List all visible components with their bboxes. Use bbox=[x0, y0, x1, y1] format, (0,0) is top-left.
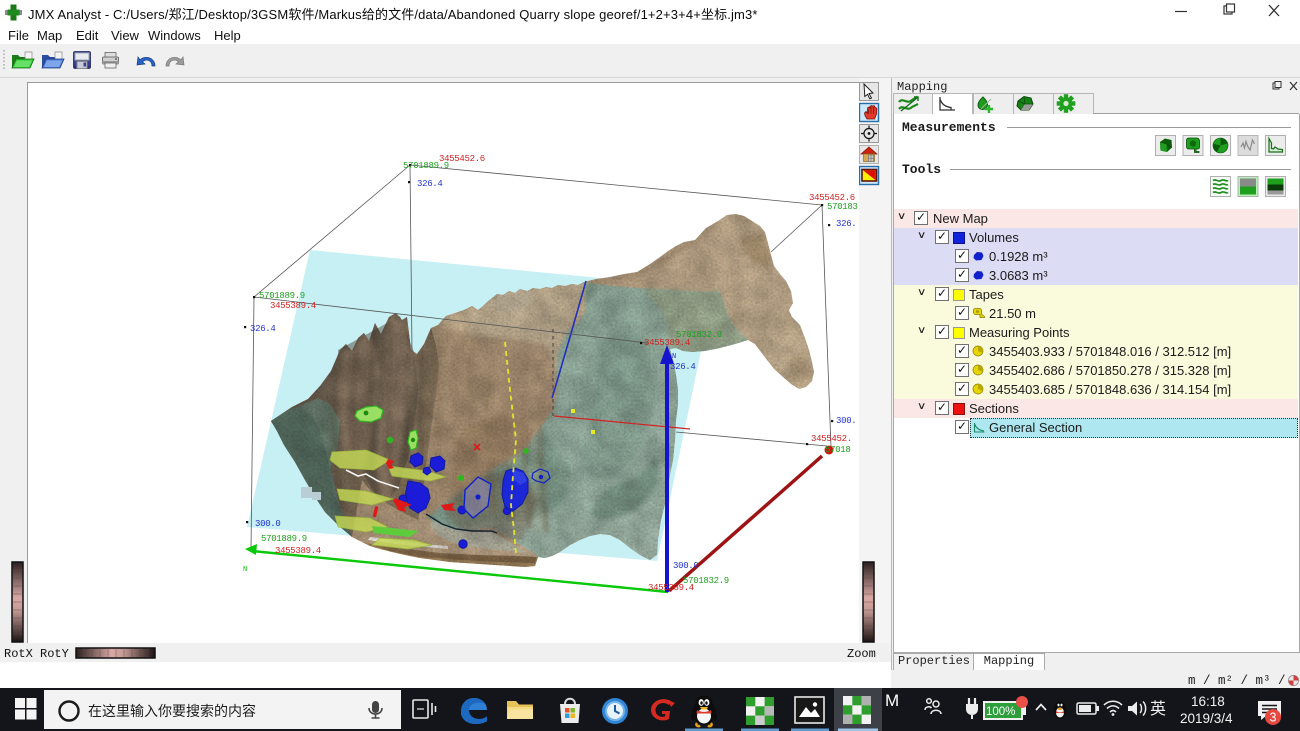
svg-text:英: 英 bbox=[1150, 700, 1166, 718]
svg-text:2019/3/4: 2019/3/4 bbox=[1180, 711, 1233, 726]
svg-text:326.: 326. bbox=[836, 219, 856, 229]
svg-text:100%: 100% bbox=[986, 706, 1015, 718]
svg-text:5701889.9: 5701889.9 bbox=[403, 161, 449, 171]
svg-text:16:18: 16:18 bbox=[1191, 694, 1225, 709]
svg-text:326.4: 326.4 bbox=[417, 179, 443, 189]
svg-text:在这里输入你要搜索的内容: 在这里输入你要搜索的内容 bbox=[88, 703, 256, 719]
svg-text:326.4: 326.4 bbox=[250, 324, 276, 334]
svg-text:3455452.: 3455452. bbox=[811, 434, 852, 444]
svg-text:5701832.9: 5701832.9 bbox=[676, 330, 722, 340]
svg-text:3455389.4: 3455389.4 bbox=[270, 301, 316, 311]
svg-text:3: 3 bbox=[1270, 711, 1277, 725]
svg-text:300.: 300. bbox=[836, 416, 856, 426]
svg-text:N: N bbox=[672, 353, 676, 361]
svg-text:570183: 570183 bbox=[827, 202, 858, 212]
svg-text:57018: 57018 bbox=[825, 445, 851, 455]
svg-text:M: M bbox=[885, 691, 899, 710]
svg-text:5701889.9: 5701889.9 bbox=[259, 291, 305, 301]
svg-text:300.0: 300.0 bbox=[255, 519, 281, 529]
svg-text:326.4: 326.4 bbox=[670, 362, 696, 372]
